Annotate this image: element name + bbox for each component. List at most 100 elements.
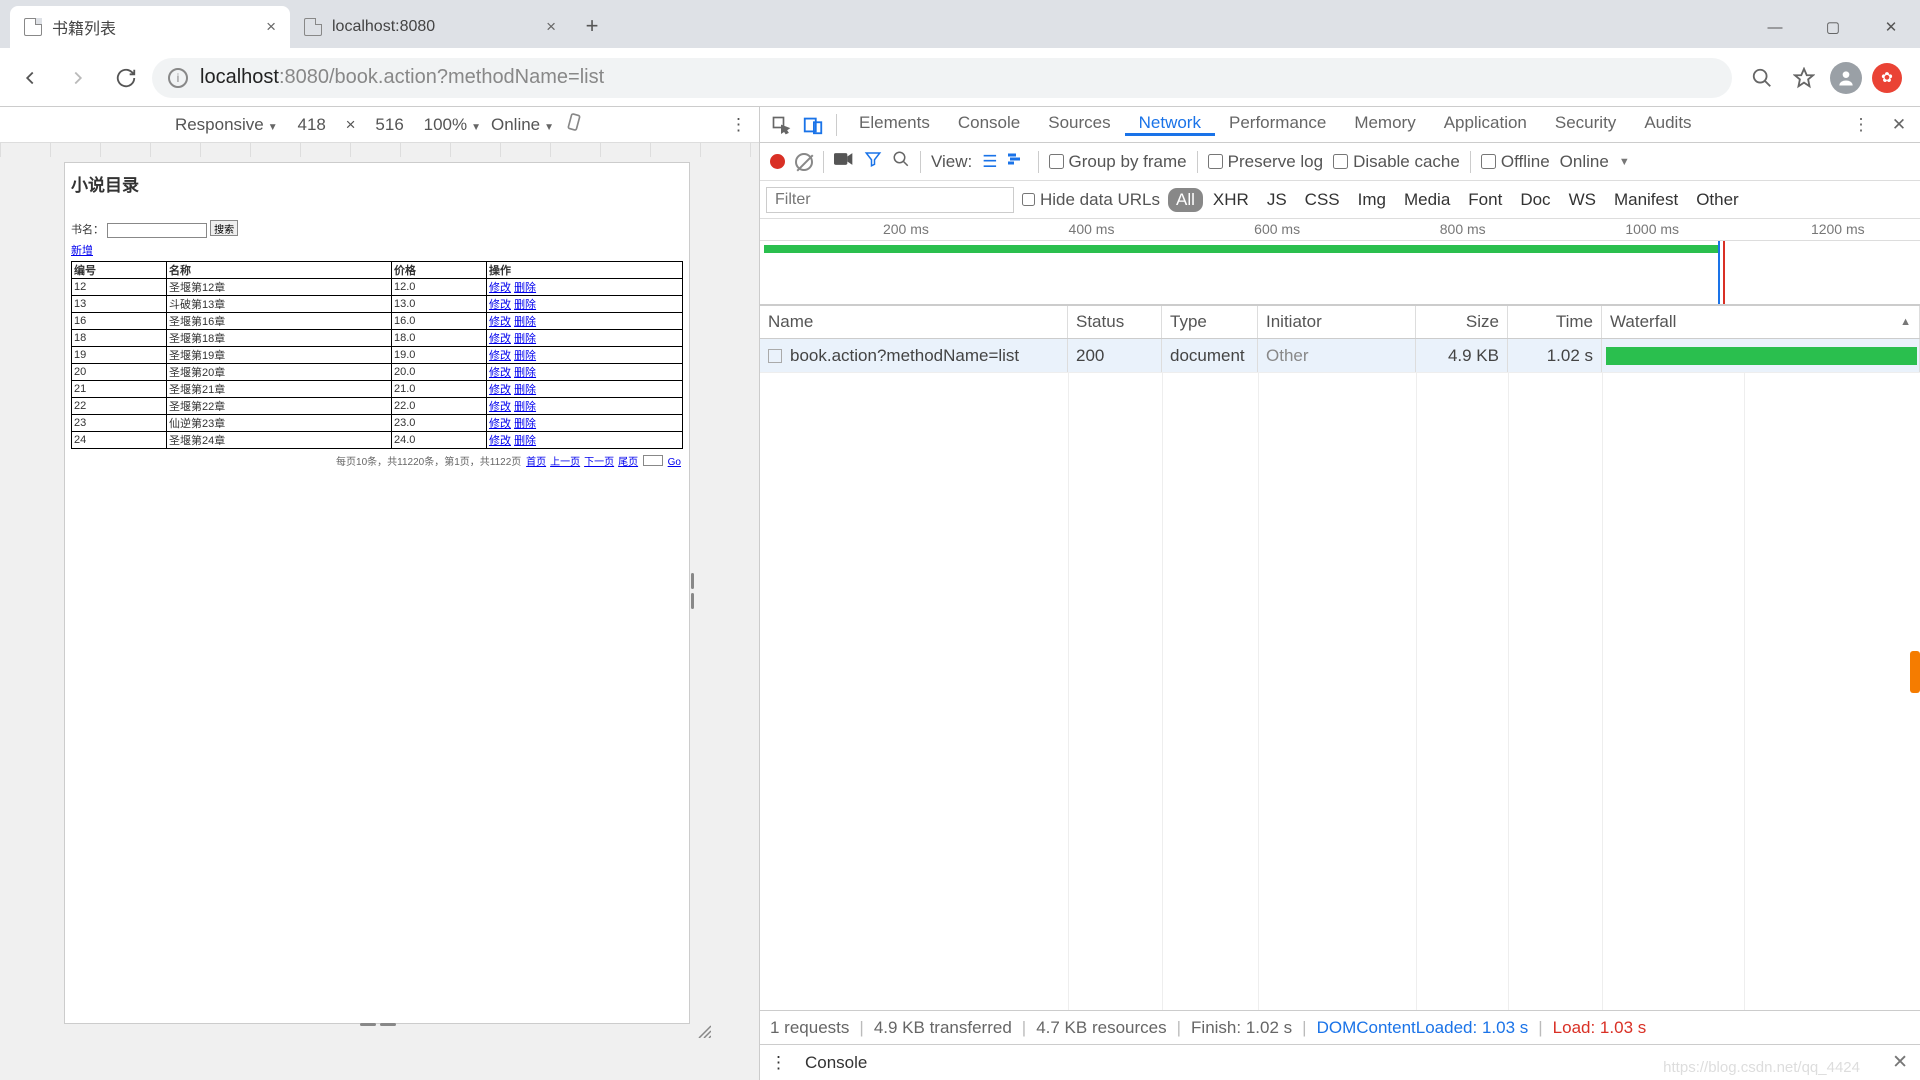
edit-link[interactable]: 修改 (489, 316, 511, 328)
col-waterfall[interactable]: Waterfall▲ (1602, 306, 1920, 338)
record-button[interactable] (770, 154, 785, 169)
throttle-selector[interactable]: Online (491, 115, 554, 135)
maximize-button[interactable]: ▢ (1804, 6, 1862, 48)
delete-link[interactable]: 删除 (514, 282, 536, 294)
delete-link[interactable]: 删除 (514, 401, 536, 413)
pager-go[interactable]: Go (668, 457, 681, 468)
type-filter-all[interactable]: All (1168, 188, 1203, 212)
overview-icon[interactable] (1008, 151, 1028, 172)
devtools-tab-network[interactable]: Network (1125, 113, 1215, 136)
edit-link[interactable]: 修改 (489, 384, 511, 396)
edit-link[interactable]: 修改 (489, 418, 511, 430)
site-info-icon[interactable]: i (168, 68, 188, 88)
group-by-frame-checkbox[interactable]: Group by frame (1049, 152, 1187, 172)
offline-checkbox[interactable]: Offline (1481, 152, 1550, 172)
reload-button[interactable] (104, 56, 148, 100)
rotate-icon[interactable] (564, 112, 584, 137)
search-icon[interactable] (892, 150, 910, 173)
pager-link[interactable]: 上一页 (550, 457, 580, 468)
devtools-tab-elements[interactable]: Elements (845, 113, 944, 133)
delete-link[interactable]: 删除 (514, 418, 536, 430)
network-request-row[interactable]: book.action?methodName=list 200 document… (760, 339, 1920, 373)
type-filter-font[interactable]: Font (1460, 188, 1510, 212)
resize-handle-right[interactable] (691, 573, 699, 609)
close-devtools-icon[interactable]: ✕ (1884, 110, 1914, 140)
book-name-input[interactable] (107, 223, 207, 238)
edit-link[interactable]: 修改 (489, 401, 511, 413)
delete-link[interactable]: 删除 (514, 435, 536, 447)
col-status[interactable]: Status (1068, 306, 1162, 338)
clear-button[interactable] (795, 153, 813, 171)
search-button[interactable]: 搜索 (210, 220, 238, 236)
type-filter-doc[interactable]: Doc (1512, 188, 1558, 212)
type-filter-css[interactable]: CSS (1297, 188, 1348, 212)
camera-icon[interactable] (834, 151, 854, 172)
col-type[interactable]: Type (1162, 306, 1258, 338)
forward-button[interactable] (56, 56, 100, 100)
devtools-tab-audits[interactable]: Audits (1630, 113, 1705, 133)
filter-icon[interactable] (864, 150, 882, 173)
type-filter-js[interactable]: JS (1259, 188, 1295, 212)
large-rows-icon[interactable]: ☰ (982, 152, 997, 172)
request-checkbox[interactable] (768, 349, 782, 363)
delete-link[interactable]: 删除 (514, 384, 536, 396)
delete-link[interactable]: 删除 (514, 367, 536, 379)
edit-link[interactable]: 修改 (489, 299, 511, 311)
delete-link[interactable]: 删除 (514, 350, 536, 362)
back-button[interactable] (8, 56, 52, 100)
devtools-tab-console[interactable]: Console (944, 113, 1034, 133)
devtools-tab-sources[interactable]: Sources (1034, 113, 1124, 133)
search-icon[interactable] (1746, 62, 1778, 94)
inspect-icon[interactable] (766, 110, 796, 140)
edit-link[interactable]: 修改 (489, 367, 511, 379)
drawer-tab-console[interactable]: Console (805, 1053, 867, 1073)
edit-link[interactable]: 修改 (489, 350, 511, 362)
new-tab-button[interactable]: + (574, 8, 610, 44)
devtools-tab-performance[interactable]: Performance (1215, 113, 1340, 133)
zoom-selector[interactable]: 100% (424, 115, 481, 135)
edit-link[interactable]: 修改 (489, 333, 511, 345)
add-link[interactable]: 新增 (71, 245, 93, 257)
minimize-button[interactable]: — (1746, 6, 1804, 48)
type-filter-xhr[interactable]: XHR (1205, 188, 1257, 212)
pager-link[interactable]: 下一页 (584, 457, 614, 468)
resize-handle-bottom[interactable] (360, 1023, 396, 1029)
scrollbar-thumb[interactable] (1910, 651, 1920, 693)
preserve-log-checkbox[interactable]: Preserve log (1208, 152, 1323, 172)
address-input[interactable]: i localhost:8080/book.action?methodName=… (152, 58, 1732, 98)
extension-icon[interactable]: ✿ (1872, 63, 1902, 93)
tab-inactive[interactable]: localhost:8080 × (290, 6, 570, 48)
kebab-icon[interactable]: ⋮ (770, 1053, 787, 1073)
devtools-tab-memory[interactable]: Memory (1340, 113, 1429, 133)
delete-link[interactable]: 删除 (514, 299, 536, 311)
col-size[interactable]: Size (1416, 306, 1508, 338)
profile-avatar[interactable] (1830, 62, 1862, 94)
delete-link[interactable]: 删除 (514, 333, 536, 345)
device-mode-icon[interactable] (798, 110, 828, 140)
close-icon[interactable]: × (546, 17, 556, 37)
type-filter-media[interactable]: Media (1396, 188, 1458, 212)
pager-page-input[interactable] (643, 455, 663, 466)
delete-link[interactable]: 删除 (514, 316, 536, 328)
disable-cache-checkbox[interactable]: Disable cache (1333, 152, 1460, 172)
type-filter-img[interactable]: Img (1350, 188, 1394, 212)
close-icon[interactable]: × (266, 17, 276, 37)
col-initiator[interactable]: Initiator (1258, 306, 1416, 338)
height-input[interactable]: 516 (366, 115, 414, 135)
edit-link[interactable]: 修改 (489, 282, 511, 294)
star-icon[interactable] (1788, 62, 1820, 94)
filter-input[interactable] (766, 187, 1014, 213)
col-time[interactable]: Time (1508, 306, 1602, 338)
devtools-tab-security[interactable]: Security (1541, 113, 1630, 133)
kebab-icon[interactable]: ⋮ (1846, 110, 1876, 140)
pager-link[interactable]: 首页 (526, 457, 546, 468)
type-filter-manifest[interactable]: Manifest (1606, 188, 1686, 212)
type-filter-other[interactable]: Other (1688, 188, 1747, 212)
col-name[interactable]: Name (760, 306, 1068, 338)
edit-link[interactable]: 修改 (489, 435, 511, 447)
throttle-chevron-icon[interactable]: ▼ (1619, 156, 1630, 168)
hide-data-urls-checkbox[interactable]: Hide data URLs (1022, 190, 1160, 210)
resize-handle-corner[interactable] (697, 1023, 711, 1043)
width-input[interactable]: 418 (288, 115, 336, 135)
devtools-tab-application[interactable]: Application (1430, 113, 1541, 133)
